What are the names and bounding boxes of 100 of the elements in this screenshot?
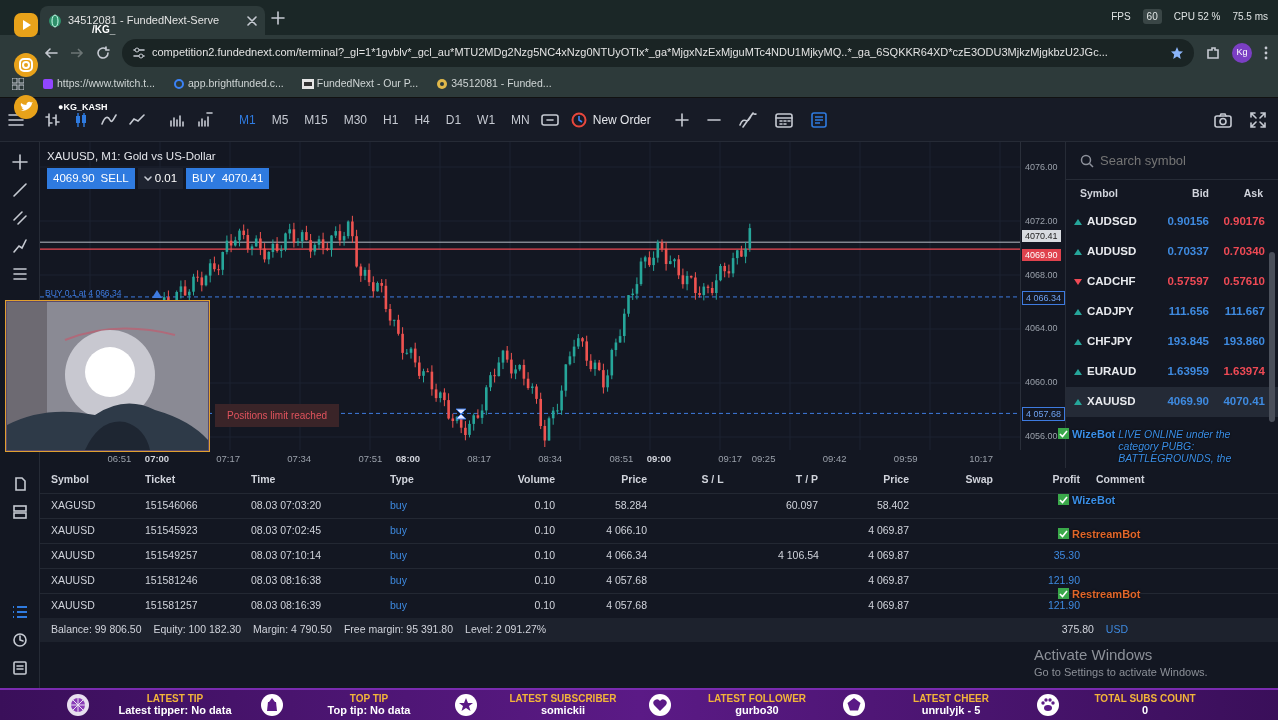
column-header: Price	[563, 468, 655, 493]
table-cell: 35.30	[1053, 548, 1080, 561]
profile-avatar[interactable]: Kg	[1232, 42, 1252, 63]
notification-toast: Positions limit reached	[215, 404, 340, 427]
timeframe-tab[interactable]: D1	[440, 108, 467, 131]
table-cell: 58.402	[876, 498, 909, 511]
table-cell: 0.10	[534, 573, 555, 586]
channel-name: ●KG_KASH	[58, 101, 108, 114]
timeframe-tab[interactable]: M15	[299, 108, 333, 131]
table-cell: 0.10	[534, 523, 555, 536]
bid-price: 111.656	[1167, 304, 1209, 320]
bookmark[interactable]: 34512081 - Funded...	[436, 75, 552, 92]
table-cell: XAGUSD	[51, 498, 96, 511]
ask-price: 0.70340	[1222, 244, 1265, 260]
widget-value: Top tip: No data	[327, 704, 411, 717]
performance-stat: FPS	[1111, 10, 1131, 24]
table-cell: 4 057.68	[606, 573, 647, 586]
time-axis-label: 09:42	[822, 452, 847, 466]
address-bar[interactable]: competition2.fundednext.com/terminal?_gl=1*1gvblv*_gcl_au*MTU2MDg2Nzg5NC4xNzg0NTUyOTIx*_ga*MjgxNzExMjguMTc4NDU1MjkyMQ..*_ga_6SQKKR64XD*czE3ODU3MjkzMjgkbzU2JGc...	[122, 38, 1194, 67]
table-cell: 58.284	[614, 498, 647, 511]
table-cell: 4 069.87	[868, 598, 909, 611]
order-type-label: buy	[390, 548, 407, 561]
table-cell: 121.90	[1047, 573, 1080, 586]
total-profit: 375.80	[1061, 622, 1094, 638]
bookmark[interactable]: https://www.twitch.t...	[42, 75, 156, 92]
widget-value: unrulyjk - 5	[921, 704, 981, 717]
symbol-row[interactable]: EURAUD 1.63959 1.63974	[1066, 357, 1278, 387]
bookmark[interactable]: FundedNext - Our P...	[301, 75, 419, 92]
account-summary: Free margin: 95 391.80	[343, 622, 454, 638]
column-header: S / L	[655, 468, 770, 493]
search-field[interactable]: Search symbol	[1100, 150, 1250, 171]
ask-price: 4070.41	[1222, 394, 1265, 410]
symbol-row[interactable]: CADCHF 0.57597 0.57610	[1066, 267, 1278, 297]
table-cell: 0.10	[534, 498, 555, 511]
price-tick-label: 4056.00	[1024, 430, 1059, 442]
table-cell: 4 069.87	[868, 523, 909, 536]
table-cell: 4 057.68	[606, 598, 647, 611]
time-axis-label: 10:17	[969, 452, 993, 466]
order-type-label: buy	[390, 498, 407, 511]
time-axis-label: 08:17	[467, 452, 491, 466]
bid-price: 4069.90	[1166, 394, 1209, 410]
table-cell: 0.10	[534, 548, 555, 561]
performance-stat: CPU 52 %	[1173, 10, 1221, 24]
bid-price: 193.845	[1166, 334, 1209, 350]
time-axis-label: 08:51	[609, 452, 634, 466]
column-header: Volume	[480, 468, 563, 493]
buy-button[interactable]: BUY 4070.41	[186, 168, 270, 190]
table-cell: 151549257	[145, 548, 198, 561]
widget-title: LATEST TIP	[146, 693, 204, 704]
price-tag: 4 057.68	[1022, 407, 1066, 422]
timeframe-tab[interactable]: M30	[338, 108, 373, 131]
column-header: Ticket	[137, 468, 243, 493]
timeframe-tab[interactable]: H1	[378, 108, 404, 131]
widget-title: LATEST FOLLOWER	[707, 693, 807, 704]
sell-button[interactable]: 4069.90 SELL	[47, 168, 135, 190]
symbol-row[interactable]: XAUUSD 4069.90 4070.41	[1066, 387, 1278, 417]
volume-field[interactable]: 0.01	[137, 168, 184, 190]
symbol-name: AUDUSD	[1087, 244, 1138, 260]
chat-author: RestreamBot	[1072, 528, 1141, 540]
chat-message: LIVE ONLINE under the category PUBG: BATTLEGROUNDS, the	[1118, 428, 1233, 464]
ask-price: 111.667	[1223, 304, 1265, 320]
table-cell: 4 069.87	[868, 573, 909, 586]
bookmark[interactable]: app.brightfunded.c...	[173, 75, 284, 92]
time-axis-label: 06:51	[107, 452, 132, 466]
price-tick-label: 4076.00	[1024, 161, 1059, 173]
account-summary: Level: 2 091.27%	[465, 622, 547, 638]
table-cell: 4 069.87	[868, 548, 909, 561]
timeframe-tab[interactable]: H4	[409, 108, 435, 131]
table-cell: 4 066.10	[606, 523, 647, 536]
account-summary: Equity: 100 182.30	[153, 622, 242, 638]
column-header: T / P	[770, 468, 826, 493]
new-order-button[interactable]: New Order	[564, 107, 657, 132]
table-cell: 151581246	[145, 573, 198, 586]
symbol-row[interactable]: CADJPY 111.656 111.667	[1066, 297, 1278, 327]
time-axis-label: 07:51	[358, 452, 383, 466]
column-header: Symbol	[1079, 185, 1119, 201]
widget-value: Latest tipper: No data	[118, 704, 232, 717]
bid-price: 0.57597	[1166, 274, 1209, 290]
timeframe-tab[interactable]: MN	[506, 108, 535, 131]
symbol-row[interactable]: AUDSGD 0.90156 0.90176	[1066, 207, 1278, 237]
table-cell: 4 106.54	[778, 548, 819, 561]
time-axis-label: 07:00	[144, 452, 170, 466]
chat-author: WizeBot	[1072, 494, 1116, 506]
price-tick-label: 4072.00	[1024, 214, 1059, 227]
time-axis-label: 09:25	[751, 452, 776, 466]
chart-title: XAUUSD, M1: Gold vs US-Dollar	[47, 149, 216, 164]
timeframe-tab[interactable]: M5	[266, 108, 294, 131]
time-axis-label: 07:17	[216, 452, 240, 466]
symbol-row[interactable]: AUDUSD 0.70337 0.70340	[1066, 237, 1278, 267]
timeframe-tab[interactable]: W1	[472, 108, 501, 131]
bid-price: 0.70337	[1166, 244, 1209, 260]
price-tag: 4 066.34	[1022, 290, 1066, 305]
time-axis-label: 07:34	[287, 452, 312, 466]
symbol-row[interactable]: CHFJPY 193.845 193.860	[1066, 327, 1278, 357]
ask-price: 1.63974	[1222, 364, 1265, 380]
table-cell: 151545923	[145, 523, 198, 536]
timeframe-tab[interactable]: M1	[234, 108, 261, 131]
column-header: Bid	[1191, 185, 1209, 201]
column-header: Comment	[1088, 468, 1278, 493]
watermark-text: Go to Settings to activate Windows.	[1034, 665, 1208, 680]
